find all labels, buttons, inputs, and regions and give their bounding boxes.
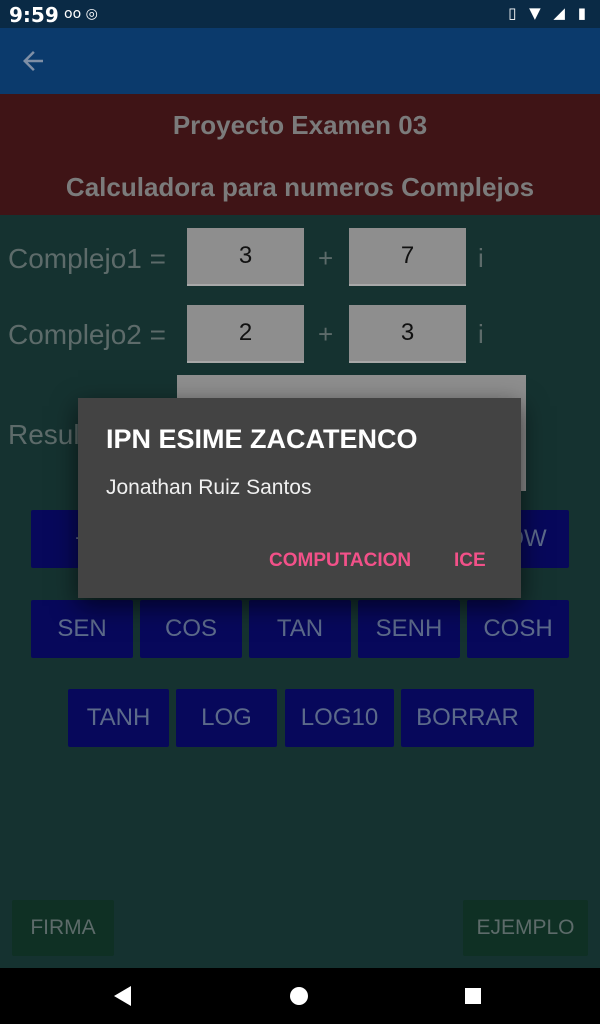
cos-button[interactable]: COS [140,600,242,658]
tanh-button[interactable]: TANH [68,689,169,747]
sen-button[interactable]: SEN [31,600,133,658]
dialog-message: Jonathan Ruiz Santos [106,476,312,499]
cosh-button[interactable]: COSH [467,600,569,658]
complex1-imag-input[interactable]: 7 [349,228,466,286]
status-notification-icons: oo ◎ [64,6,98,22]
borrar-button[interactable]: BORRAR [401,689,534,747]
page-title: Proyecto Examen 03 [172,110,428,140]
page-subtitle: Calculadora para numeros Complejos [65,172,535,202]
complex2-real-input[interactable]: 2 [187,305,304,363]
result-label: Resul [8,419,80,450]
firma-button[interactable]: FIRMA [12,900,114,956]
navigation-bar [0,968,600,1024]
complex1-i-label: i [478,243,484,273]
log-button[interactable]: LOG [176,689,277,747]
nav-home-icon[interactable] [290,987,308,1005]
app-bar [0,28,600,94]
complex1-real-input[interactable]: 3 [187,228,304,286]
senh-button[interactable]: SENH [358,600,460,658]
computacion-button[interactable]: COMPUTACION [269,550,411,572]
status-time: 9:59 [9,3,59,27]
complex2-label: Complejo2 = [8,319,166,350]
arrow-back-icon[interactable] [18,46,48,76]
header-banner: Proyecto Examen 03 Calculadora para nume… [0,94,600,215]
nav-recents-icon[interactable] [465,988,481,1004]
complex2-imag-input[interactable]: 3 [349,305,466,363]
complex2-plus: + [318,319,334,349]
status-system-icons: ▯ ▼ ◢ ▮ [508,4,590,22]
ice-button[interactable]: ICE [454,550,486,572]
tan-button[interactable]: TAN [249,600,351,658]
status-bar: 9:59 oo ◎ ▯ ▼ ◢ ▮ [0,0,600,28]
nav-back-icon[interactable] [114,986,131,1006]
complex1-plus: + [318,243,334,273]
dialog-title: IPN ESIME ZACATENCO [106,424,418,454]
complex1-label: Complejo1 = [8,243,166,274]
complex2-i-label: i [478,319,484,349]
info-dialog: IPN ESIME ZACATENCO Jonathan Ruiz Santos… [78,398,521,598]
log10-button[interactable]: LOG10 [285,689,394,747]
ejemplo-button[interactable]: EJEMPLO [463,900,588,956]
